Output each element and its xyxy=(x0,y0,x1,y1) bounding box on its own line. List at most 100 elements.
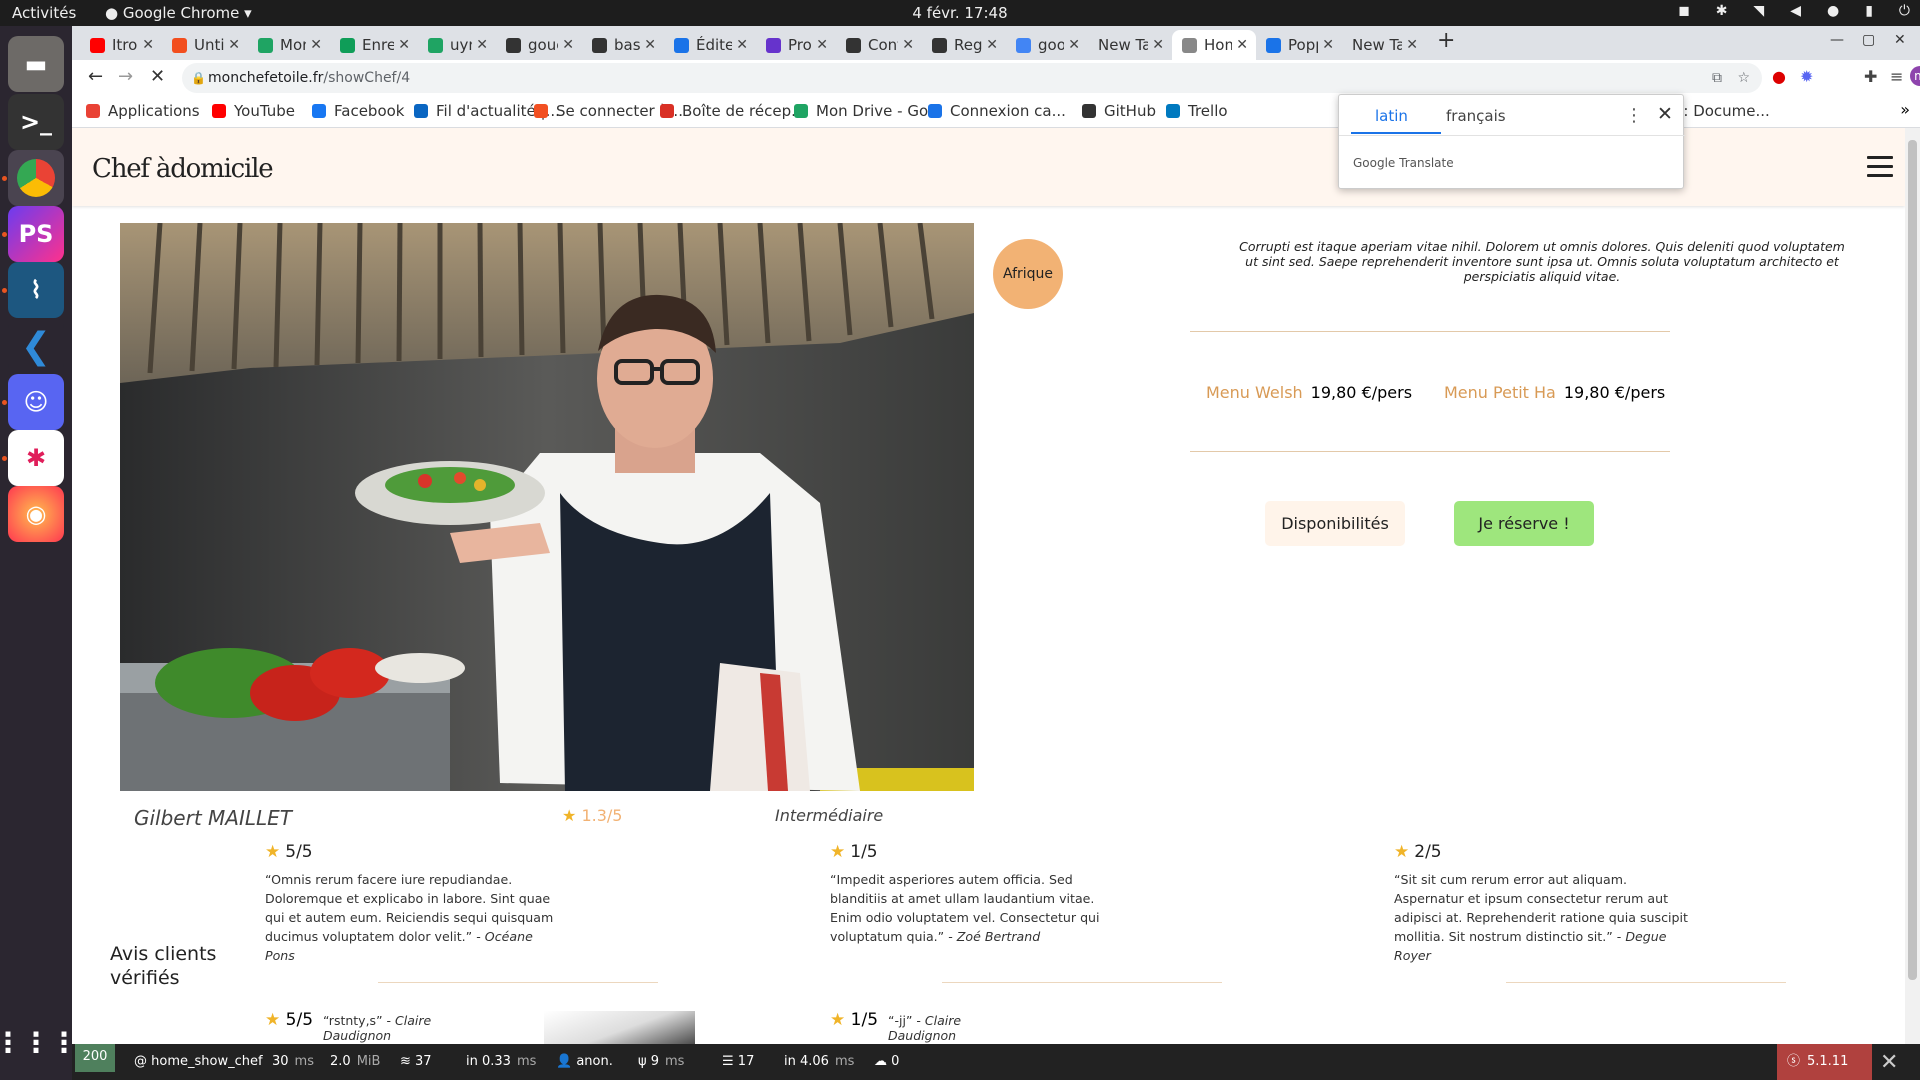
tab-close-icon[interactable]: ✕ xyxy=(1068,37,1080,53)
site-logo[interactable]: Chef àdomicile xyxy=(92,154,274,184)
volume-icon[interactable]: ◀ xyxy=(1790,3,1801,19)
tab-close-icon[interactable]: ✕ xyxy=(1322,37,1334,53)
menu-item[interactable]: Menu Welsh 19,80 €/pers xyxy=(1206,383,1412,402)
tab-close-icon[interactable]: ✕ xyxy=(644,37,656,53)
close-window-icon[interactable]: ✕ xyxy=(1894,32,1906,48)
show-applications-icon[interactable]: ⋮⋮⋮ xyxy=(0,1014,78,1070)
files-icon[interactable]: ▬ xyxy=(8,36,64,92)
tab-source-language[interactable]: latin xyxy=(1375,107,1408,125)
forms-panel[interactable]: ≋ 37 xyxy=(400,1054,432,1069)
minimize-icon[interactable]: — xyxy=(1830,32,1844,48)
bookmark-item[interactable]: Trello xyxy=(1166,102,1228,120)
media-icon[interactable]: ≡ xyxy=(1890,67,1903,86)
maximize-icon[interactable]: ▢ xyxy=(1862,32,1875,48)
tab-close-icon[interactable]: ✕ xyxy=(1406,37,1418,53)
bookmark-star-icon[interactable]: ☆ xyxy=(1737,63,1750,93)
browser-tab[interactable]: Regis✕ xyxy=(922,30,1006,60)
tab-close-icon[interactable]: ✕ xyxy=(310,37,322,53)
bookmark-item[interactable]: Facebook xyxy=(312,102,404,120)
browser-tab[interactable]: Mon D✕ xyxy=(248,30,330,60)
browser-tab[interactable]: gouet✕ xyxy=(496,30,582,60)
app-menu[interactable]: ● Google Chrome ▾ xyxy=(105,4,252,22)
terminal-icon[interactable]: >_ xyxy=(8,94,64,150)
tab-close-icon[interactable]: ✕ xyxy=(816,37,828,53)
activities-button[interactable]: Activités xyxy=(12,4,76,22)
availability-button[interactable]: Disponibilités xyxy=(1265,501,1405,546)
browser-tab[interactable]: Home✕ xyxy=(1172,30,1256,60)
browser-tab[interactable]: New Tab✕ xyxy=(1342,30,1426,60)
bookmark-item[interactable]: Mon Drive - Go... xyxy=(794,102,942,120)
browser-tab[interactable]: googl✕ xyxy=(1006,30,1088,60)
forward-icon[interactable]: → xyxy=(118,66,133,87)
browser-tab[interactable]: Itro &✕ xyxy=(80,30,162,60)
hamburger-menu-icon[interactable] xyxy=(1867,156,1893,183)
user-panel[interactable]: 👤 anon. xyxy=(556,1054,613,1069)
clock[interactable]: 4 févr. 17:48 xyxy=(0,4,1920,22)
browser-tab[interactable]: New Tab✕ xyxy=(1088,30,1172,60)
profile-avatar[interactable]: m xyxy=(1910,66,1920,86)
lock-icon[interactable]: 🔒 xyxy=(191,63,206,93)
battery-icon[interactable]: ▮ xyxy=(1865,3,1873,19)
menu-item[interactable]: Menu Petit Ha 19,80 €/pers xyxy=(1444,383,1665,402)
tab-close-icon[interactable]: ✕ xyxy=(562,37,574,53)
bookmark-item[interactable]: Boîte de récep... xyxy=(660,102,805,120)
mysql-workbench-icon[interactable]: ⌇ xyxy=(8,262,64,318)
back-icon[interactable]: ← xyxy=(88,66,103,87)
browser-tab[interactable]: Enreg✕ xyxy=(330,30,418,60)
extension-icon[interactable]: ● xyxy=(1772,67,1786,86)
tab-close-icon[interactable]: ✕ xyxy=(228,37,240,53)
memory-usage[interactable]: 2.0 MiB xyxy=(330,1054,380,1069)
wifi-icon[interactable]: ◥ xyxy=(1753,3,1764,19)
cache-panel[interactable]: ☁ 0 xyxy=(874,1054,899,1069)
request-time[interactable]: 30 ms xyxy=(272,1054,314,1069)
tab-close-icon[interactable]: ✕ xyxy=(142,37,154,53)
symfony-version[interactable]: ⓢ 5.1.11 xyxy=(1777,1044,1872,1080)
tab-close-icon[interactable]: ✕ xyxy=(1152,37,1164,53)
system-tray[interactable]: ◼ ✱ ◥ ◀ ● ▮ ⏻ xyxy=(1678,3,1910,19)
browser-tab[interactable]: Poppi✕ xyxy=(1256,30,1342,60)
bookmark-item[interactable]: GitHub xyxy=(1082,102,1156,120)
tab-close-icon[interactable]: ✕ xyxy=(1236,37,1248,53)
chrome-icon[interactable] xyxy=(8,150,64,206)
address-bar[interactable]: 🔒 monchefetoile.fr/showChef/4 ⧉ ☆ xyxy=(182,63,1762,93)
page-scrollbar[interactable] xyxy=(1905,128,1920,1044)
bookmark-item[interactable]: Connexion ca... xyxy=(928,102,1066,120)
close-toolbar-icon[interactable]: ✕ xyxy=(1880,1050,1898,1075)
vscode-icon[interactable]: ❮ xyxy=(8,318,64,374)
tab-close-icon[interactable]: ✕ xyxy=(902,37,914,53)
tab-close-icon[interactable]: ✕ xyxy=(398,37,410,53)
browser-tab[interactable]: uyn-ai✕ xyxy=(418,30,496,60)
bookmark-item[interactable]: YouTube xyxy=(212,102,295,120)
tab-close-icon[interactable]: ✕ xyxy=(986,37,998,53)
database-time[interactable]: in 4.06 ms xyxy=(784,1054,854,1069)
more-bookmarks-icon[interactable]: » xyxy=(1900,100,1910,119)
slack-icon[interactable]: ✱ xyxy=(8,430,64,486)
browser-tab[interactable]: basic✕ xyxy=(582,30,664,60)
discord-tray-icon[interactable]: ◼ xyxy=(1678,3,1690,19)
slack-tray-icon[interactable]: ✱ xyxy=(1716,3,1728,19)
extension-icon[interactable]: ✹ xyxy=(1800,67,1813,86)
status-code[interactable]: 200 xyxy=(75,1044,115,1072)
browser-tab[interactable]: Untitl✕ xyxy=(162,30,248,60)
new-tab-button[interactable]: + xyxy=(1437,28,1455,53)
discord-icon[interactable]: ☺ xyxy=(8,374,64,430)
stop-icon[interactable]: ✕ xyxy=(150,66,165,87)
book-button[interactable]: Je réserve ! xyxy=(1454,501,1594,546)
tab-target-language[interactable]: français xyxy=(1446,107,1506,125)
tab-close-icon[interactable]: ✕ xyxy=(736,37,748,53)
tab-close-icon[interactable]: ✕ xyxy=(476,37,488,53)
scrollbar-thumb[interactable] xyxy=(1908,140,1917,980)
browser-tab[interactable]: Éditer✕ xyxy=(664,30,756,60)
database-panel[interactable]: ☰ 17 xyxy=(722,1054,754,1069)
phpstorm-icon[interactable]: PS xyxy=(8,206,64,262)
firefox-icon[interactable]: ◉ xyxy=(8,486,64,542)
route-name[interactable]: @ home_show_chef xyxy=(134,1054,263,1069)
close-icon[interactable]: ✕ xyxy=(1657,103,1673,125)
browser-tab[interactable]: Conta✕ xyxy=(836,30,922,60)
power-icon[interactable]: ⏻ xyxy=(1899,3,1910,19)
more-options-icon[interactable]: ⋮ xyxy=(1625,105,1643,126)
ajax-panel[interactable]: in 0.33 ms xyxy=(466,1054,536,1069)
mic-icon[interactable]: ● xyxy=(1827,3,1839,19)
extensions-puzzle-icon[interactable]: ✚ xyxy=(1864,67,1877,86)
bookmark-item[interactable]: Applications xyxy=(86,102,200,120)
